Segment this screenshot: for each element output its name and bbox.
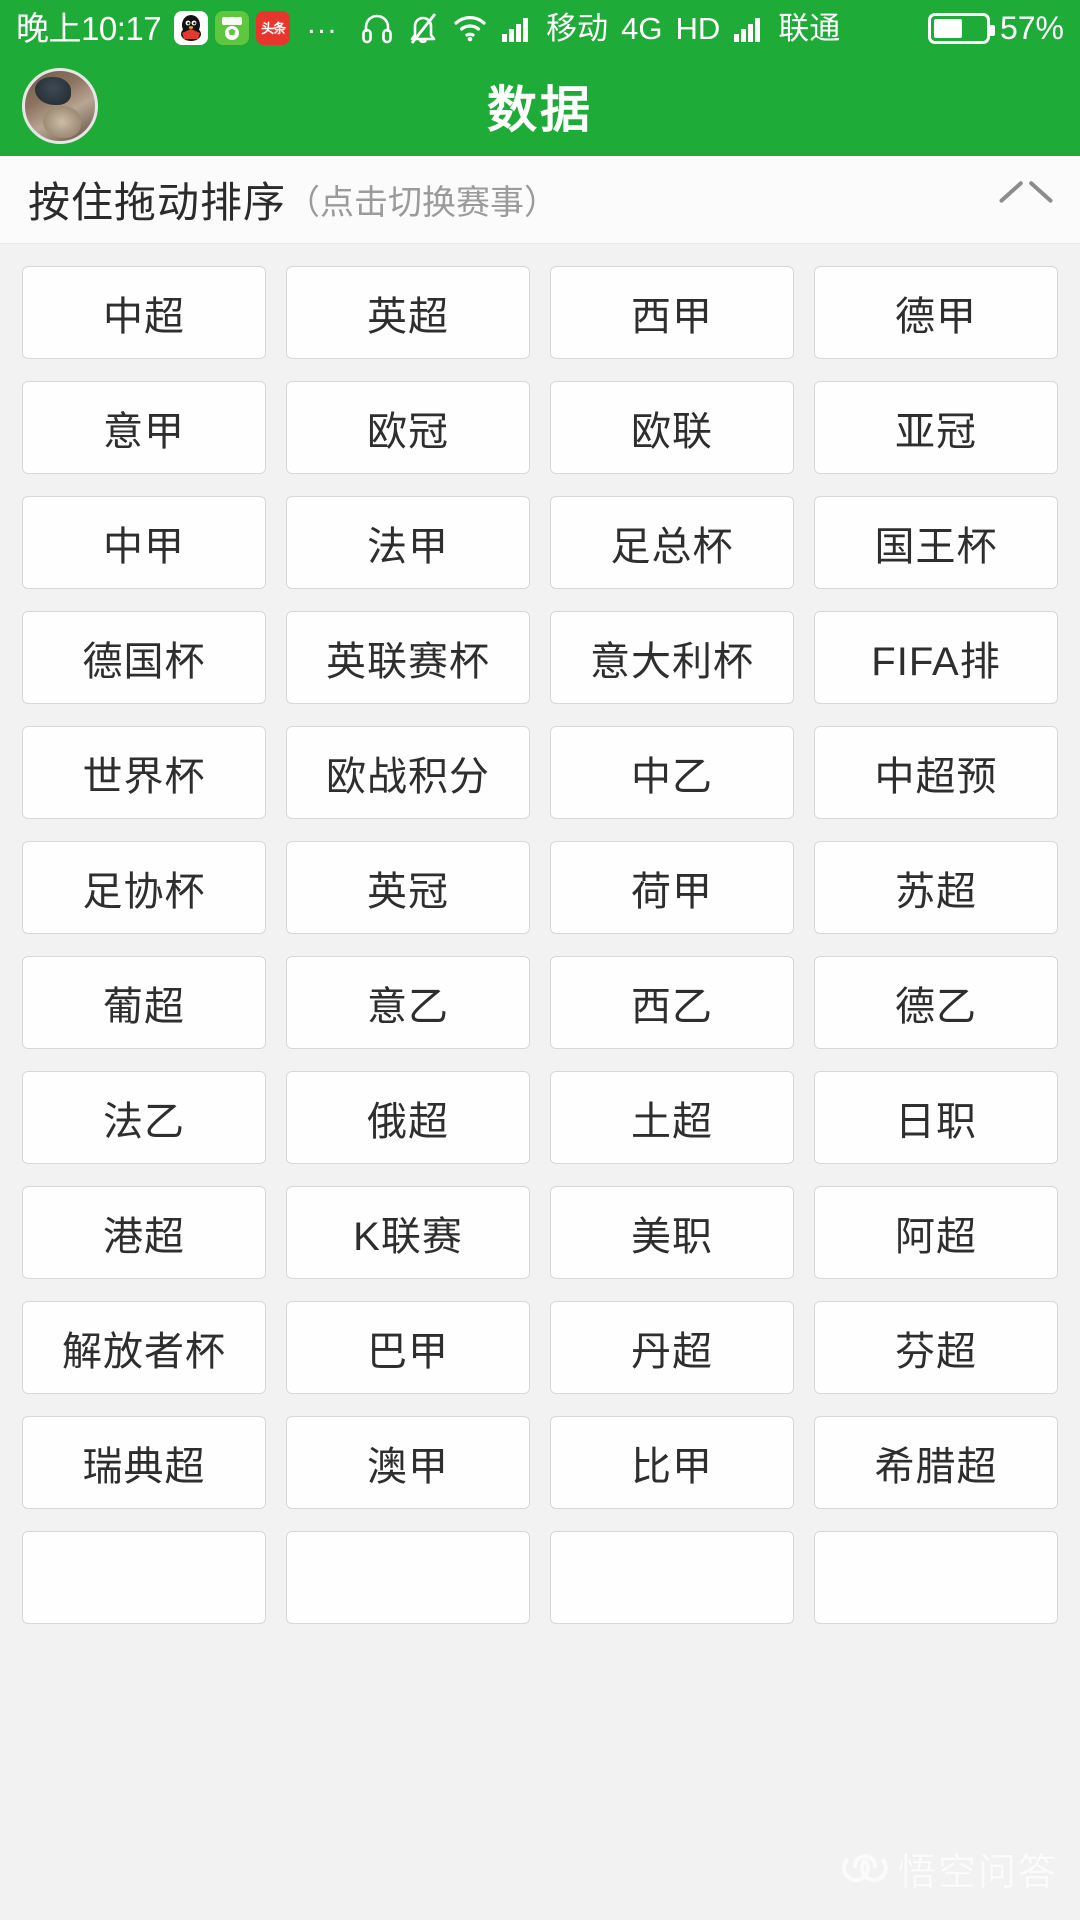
league-cell[interactable]: 英冠 bbox=[286, 841, 530, 934]
league-cell[interactable]: 欧冠 bbox=[286, 381, 530, 474]
league-cell[interactable]: 英联赛杯 bbox=[286, 611, 530, 704]
league-cell[interactable] bbox=[286, 1531, 530, 1624]
league-cell[interactable]: 荷甲 bbox=[550, 841, 794, 934]
hd-label: HD bbox=[675, 10, 721, 46]
league-cell[interactable]: 芬超 bbox=[814, 1301, 1058, 1394]
status-system-icons: 移动 4G HD 联通 bbox=[360, 11, 840, 45]
sort-hint-main-label: 按住拖动排序 bbox=[28, 179, 287, 226]
league-cell[interactable]: 欧战积分 bbox=[286, 726, 530, 819]
league-cell[interactable]: 希腊超 bbox=[814, 1416, 1058, 1509]
league-cell[interactable]: 中甲 bbox=[22, 496, 266, 589]
app-header: 数据 bbox=[0, 56, 1080, 156]
page-title: 数据 bbox=[487, 82, 593, 138]
battery-area: 57% bbox=[927, 10, 1064, 46]
league-cell[interactable]: 法甲 bbox=[286, 496, 530, 589]
league-cell[interactable]: 欧联 bbox=[550, 381, 794, 474]
league-cell[interactable]: 足协杯 bbox=[22, 841, 266, 934]
league-cell[interactable]: 土超 bbox=[550, 1071, 794, 1164]
league-cell[interactable]: 中乙 bbox=[550, 726, 794, 819]
notification-app-icons: 头条 ... bbox=[174, 7, 339, 45]
qq-icon bbox=[174, 11, 209, 45]
league-cell[interactable]: 德国杯 bbox=[22, 611, 266, 704]
signal-icon bbox=[501, 13, 533, 43]
phone-screen: 晚上10:17 头条 ... 移动 4G HD 联通 57% 数据 按住拖动排序… bbox=[0, 0, 1080, 1920]
headset-icon bbox=[360, 11, 394, 45]
league-cell[interactable] bbox=[22, 1531, 266, 1624]
league-cell[interactable]: 亚冠 bbox=[814, 381, 1058, 474]
league-cell[interactable]: K联赛 bbox=[286, 1186, 530, 1279]
signal-icon bbox=[733, 13, 765, 43]
league-cell[interactable]: 阿超 bbox=[814, 1186, 1058, 1279]
league-cell[interactable]: 俄超 bbox=[286, 1071, 530, 1164]
league-cell[interactable]: 意大利杯 bbox=[550, 611, 794, 704]
carrier-primary-label: 移动 bbox=[546, 10, 609, 46]
overflow-dots-icon: ... bbox=[307, 7, 339, 40]
league-cell[interactable]: 巴甲 bbox=[286, 1301, 530, 1394]
status-time: 晚上10:17 bbox=[16, 9, 162, 47]
status-bar: 晚上10:17 头条 ... 移动 4G HD 联通 57% bbox=[0, 0, 1080, 56]
league-cell[interactable]: 德甲 bbox=[814, 266, 1058, 359]
league-cell[interactable]: 澳甲 bbox=[286, 1416, 530, 1509]
league-cell[interactable]: 苏超 bbox=[814, 841, 1058, 934]
league-cell[interactable]: 西甲 bbox=[550, 266, 794, 359]
league-cell[interactable]: 意乙 bbox=[286, 956, 530, 1049]
bell-muted-icon bbox=[407, 11, 439, 45]
battery-percent-label: 57% bbox=[999, 10, 1064, 46]
league-grid-container: 中超 英超 西甲 德甲意甲 欧冠 欧联 亚冠中甲 法甲 足总杯 国王杯德国杯 英联赛杯 意大利杯 FIF… bbox=[0, 244, 1080, 1920]
league-cell[interactable] bbox=[550, 1531, 794, 1624]
league-grid: 中超 英超 西甲 德甲意甲 欧冠 欧联 亚冠中甲 法甲 足总杯 国王杯德国杯 英联赛杯 意大利杯 FIF… bbox=[22, 266, 1058, 1624]
league-cell[interactable]: 解放者杯 bbox=[22, 1301, 266, 1394]
battery-icon bbox=[927, 12, 995, 44]
carrier-secondary-label: 联通 bbox=[778, 10, 841, 46]
avatar[interactable] bbox=[22, 68, 98, 144]
league-cell[interactable]: 瑞典超 bbox=[22, 1416, 266, 1509]
league-cell[interactable]: 足总杯 bbox=[550, 496, 794, 589]
league-cell[interactable]: 意甲 bbox=[22, 381, 266, 474]
league-cell[interactable]: 世界杯 bbox=[22, 726, 266, 819]
league-cell[interactable]: 比甲 bbox=[550, 1416, 794, 1509]
league-cell[interactable]: 英超 bbox=[286, 266, 530, 359]
network-type-label: 4G bbox=[621, 10, 663, 46]
sort-hint-sub-label: （点击切换赛事） bbox=[286, 184, 559, 222]
league-cell[interactable] bbox=[814, 1531, 1058, 1624]
chevron-up-icon[interactable] bbox=[1000, 174, 1052, 226]
league-cell[interactable]: 德乙 bbox=[814, 956, 1058, 1049]
league-cell[interactable]: 中超 bbox=[22, 266, 266, 359]
league-cell[interactable]: 日职 bbox=[814, 1071, 1058, 1164]
league-cell[interactable]: 法乙 bbox=[22, 1071, 266, 1164]
league-cell[interactable]: 国王杯 bbox=[814, 496, 1058, 589]
league-cell[interactable]: FIFA排 bbox=[814, 611, 1058, 704]
league-cell[interactable]: 葡超 bbox=[22, 956, 266, 1049]
toutiao-icon: 头条 bbox=[256, 11, 291, 45]
league-cell[interactable]: 美职 bbox=[550, 1186, 794, 1279]
league-cell[interactable]: 港超 bbox=[22, 1186, 266, 1279]
sort-hint-bar[interactable]: 按住拖动排序 （点击切换赛事） bbox=[0, 156, 1080, 244]
league-cell[interactable]: 中超预 bbox=[814, 726, 1058, 819]
league-cell[interactable]: 西乙 bbox=[550, 956, 794, 1049]
football-app-icon bbox=[215, 11, 250, 45]
league-cell[interactable]: 丹超 bbox=[550, 1301, 794, 1394]
wifi-icon bbox=[452, 13, 488, 43]
